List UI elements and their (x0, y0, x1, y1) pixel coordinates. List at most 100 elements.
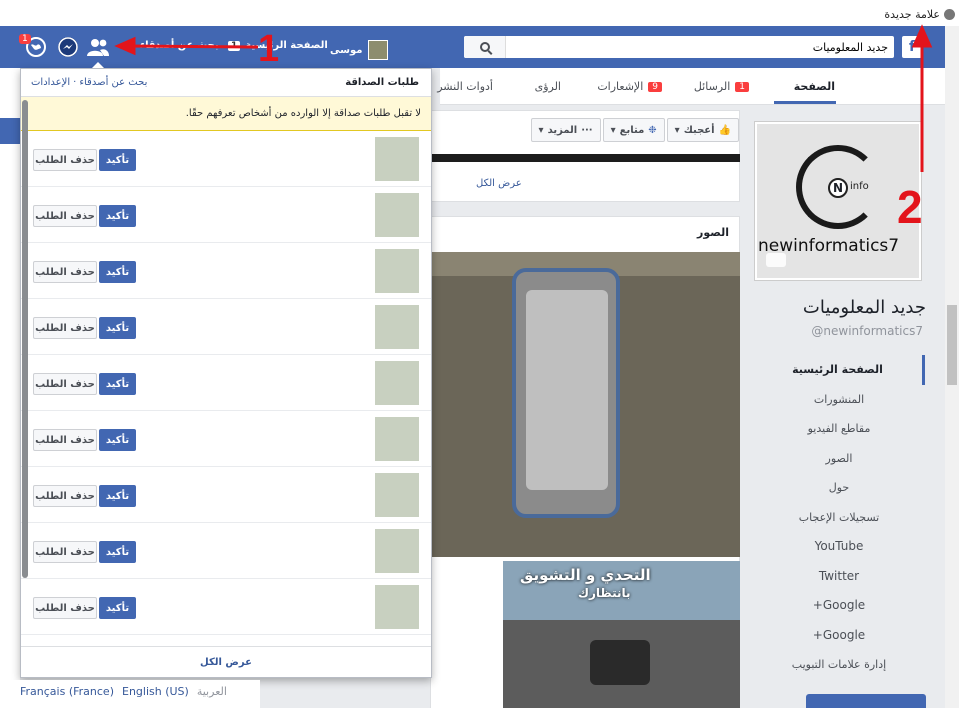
delete-request-button[interactable]: حذف الطلب (33, 597, 97, 619)
bookmark-bar (0, 0, 959, 26)
tab-page[interactable]: الصفحة (794, 80, 835, 93)
delete-request-button[interactable]: حذف الطلب (33, 261, 97, 283)
confirm-request-button[interactable]: تأكيد (99, 149, 136, 171)
profile-name: موسى (330, 44, 363, 56)
language-links: Français (France) English (US) العربية (20, 685, 227, 698)
delete-request-button[interactable]: حذف الطلب (33, 429, 97, 451)
tab-page-label: الصفحة (793, 80, 835, 93)
page-handle[interactable]: @newinformatics7 (811, 324, 923, 338)
game-image-subtitle: بانتظارك (578, 586, 631, 600)
follow-button[interactable]: ❉ متابع ▾ (602, 118, 665, 142)
annotation-number-2: 2 (897, 181, 923, 233)
profile-link[interactable]: موسى (330, 40, 389, 60)
chevron-down-icon: ▾ (610, 124, 616, 136)
like-label: أعجبك (683, 124, 715, 136)
avatar[interactable] (375, 193, 419, 237)
popup-scrollbar[interactable] (22, 100, 28, 578)
tab-insights-label: الرؤى (534, 80, 561, 93)
photo-thumbnail-small[interactable] (432, 561, 500, 708)
view-all-link[interactable]: عرض الكل (476, 178, 522, 189)
avatar[interactable] (375, 249, 419, 293)
delete-request-button[interactable]: حذف الطلب (33, 485, 97, 507)
facebook-logo-icon[interactable]: f (902, 36, 922, 58)
page-navigation: الصفحة الرئيسية المنشورات مقاطع الفيديو … (753, 355, 925, 680)
confirm-request-button[interactable]: تأكيد (99, 317, 136, 339)
globe-icon (944, 9, 955, 20)
tab-notifications[interactable]: 9 الإشعارات (597, 80, 662, 93)
messenger-icon[interactable] (58, 37, 78, 57)
confirm-request-button[interactable]: تأكيد (99, 429, 136, 451)
friend-request-row: تأكيد حذف الطلب (21, 243, 431, 299)
avatar[interactable] (375, 137, 419, 181)
page-tabs-bar-right (750, 68, 945, 105)
bookmark-item[interactable]: علامة جديدة (884, 8, 955, 21)
friend-request-row: تأكيد حذف الطلب (21, 523, 431, 579)
ellipsis-icon: ··· (581, 124, 593, 136)
avatar[interactable] (375, 361, 419, 405)
notice-text: لا تقبل طلبات صداقة إلا الوارده من أشخاص… (185, 108, 421, 119)
page-nav-googleplus-2[interactable]: Google+ (753, 621, 925, 651)
delete-request-button[interactable]: حذف الطلب (33, 205, 97, 227)
game-image-title: التحدي و التشويق (520, 566, 651, 584)
bookmark-label: علامة جديدة (884, 8, 940, 21)
find-friends-link[interactable]: بحث عن أصدقاء (79, 77, 147, 88)
language-english[interactable]: English (US) (122, 685, 189, 698)
avatar[interactable] (375, 305, 419, 349)
search-input[interactable] (508, 38, 888, 56)
settings-link[interactable]: الإعدادات (31, 77, 70, 88)
page-nav-youtube[interactable]: YouTube (753, 532, 925, 562)
delete-request-button[interactable]: حذف الطلب (33, 541, 97, 563)
popup-view-all-link[interactable]: عرض الكل (21, 646, 431, 678)
confirm-request-button[interactable]: تأكيد (99, 541, 136, 563)
camera-icon[interactable] (766, 253, 786, 267)
popup-title: طلبات الصداقة (345, 77, 419, 88)
notification-count-badge: 1 (19, 34, 31, 44)
find-friends-link[interactable]: بحث عن أصدقاء (140, 40, 219, 51)
avatar[interactable] (375, 417, 419, 461)
chevron-down-icon: ▾ (674, 124, 680, 136)
confirm-request-button[interactable]: تأكيد (99, 373, 136, 395)
page-nav-about[interactable]: حول (753, 473, 925, 503)
page-scrollbar-thumb[interactable] (947, 305, 957, 385)
page-nav-googleplus[interactable]: Google+ (753, 591, 925, 621)
language-french[interactable]: Français (France) (20, 685, 114, 698)
friend-requests-icon[interactable] (86, 36, 110, 58)
avatar[interactable] (375, 529, 419, 573)
logo-suffix: info (850, 181, 869, 192)
tab-publishing-tools[interactable]: أدوات النشر (437, 80, 493, 93)
page-nav-home[interactable]: الصفحة الرئيسية (753, 355, 925, 385)
create-button[interactable] (806, 694, 926, 708)
page-actions-row: 👍 أعجبك ▾ ❉ متابع ▾ ··· المزيد ▾ (530, 118, 739, 142)
page-nav-manage-tabs[interactable]: إدارة علامات التبويب (753, 650, 925, 680)
confirm-request-button[interactable]: تأكيد (99, 597, 136, 619)
confirm-request-button[interactable]: تأكيد (99, 261, 136, 283)
confirm-request-button[interactable]: تأكيد (99, 485, 136, 507)
delete-request-button[interactable]: حذف الطلب (33, 149, 97, 171)
more-button[interactable]: ··· المزيد ▾ (530, 118, 601, 142)
home-count-badge: 1 (228, 40, 241, 51)
page-nav-posts[interactable]: المنشورات (753, 385, 925, 415)
page-nav-photos[interactable]: الصور (753, 444, 925, 474)
tab-active-indicator (774, 101, 836, 104)
tab-insights[interactable]: الرؤى (535, 80, 561, 93)
avatar[interactable] (375, 473, 419, 517)
delete-request-button[interactable]: حذف الطلب (33, 373, 97, 395)
page-nav-twitter[interactable]: Twitter (753, 562, 925, 592)
page-title[interactable]: جديد المعلوميات (803, 297, 926, 318)
link-separator: · (73, 77, 77, 88)
page-nav-likes[interactable]: تسجيلات الإعجاب (753, 503, 925, 533)
delete-request-button[interactable]: حذف الطلب (33, 317, 97, 339)
search-button[interactable] (464, 36, 506, 58)
tab-messages[interactable]: 1 الرسائل (694, 80, 749, 93)
game-car-image (590, 640, 650, 685)
popup-header-links: بحث عن أصدقاء · الإعدادات (31, 77, 147, 88)
notifications-badge: 9 (648, 81, 662, 92)
confirm-request-button[interactable]: تأكيد (99, 205, 136, 227)
page-nav-videos[interactable]: مقاطع الفيديو (753, 414, 925, 444)
popup-header: طلبات الصداقة بحث عن أصدقاء · الإعدادات (21, 69, 431, 97)
avatar[interactable] (375, 585, 419, 629)
friend-request-list: تأكيد حذف الطلب تأكيد حذف الطلب تأكيد حذف الط… (21, 131, 431, 635)
left-column (0, 68, 20, 708)
left-column-highlight (0, 118, 20, 144)
like-button[interactable]: 👍 أعجبك ▾ (666, 118, 739, 142)
